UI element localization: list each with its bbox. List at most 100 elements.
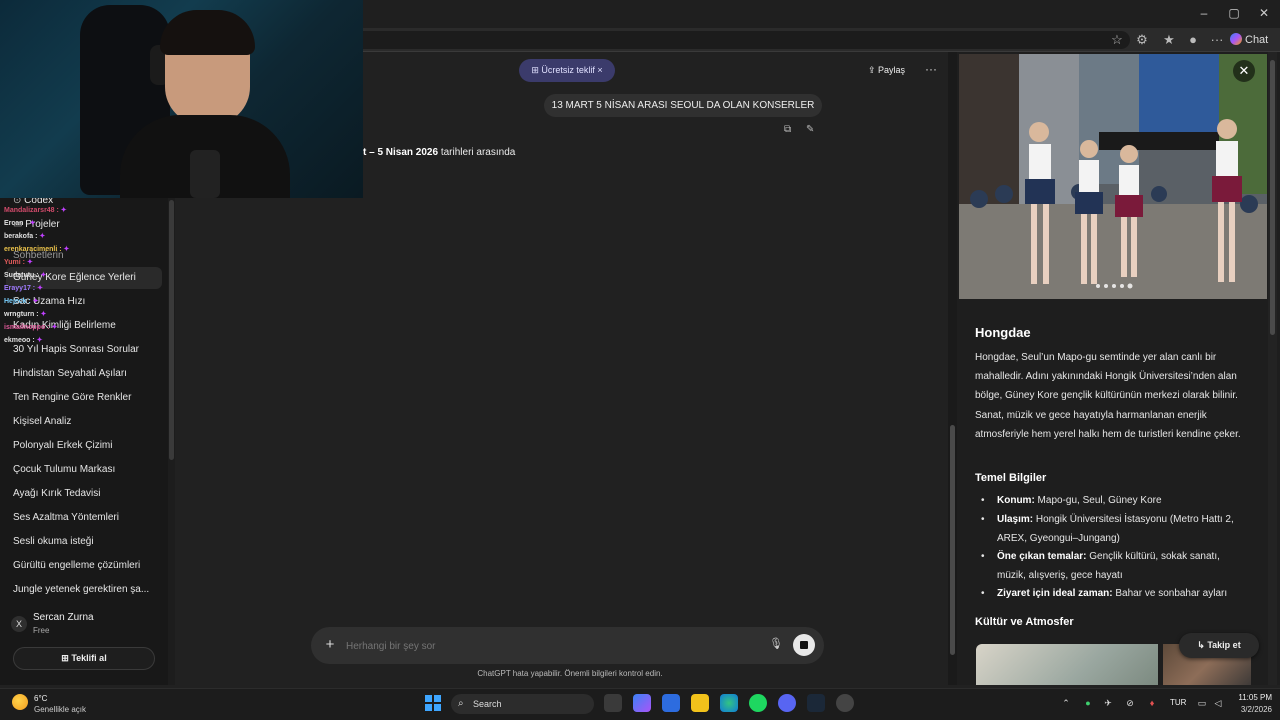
close-panel-button[interactable]: ✕ [1233, 60, 1255, 82]
user-plan: Free [33, 626, 50, 635]
spotify-icon[interactable] [749, 694, 767, 712]
follow-arrow-icon: ↳ [1197, 640, 1208, 650]
microphone-icon[interactable]: 🎙 [769, 637, 783, 653]
file-explorer-icon[interactable] [691, 694, 709, 712]
get-offer-button[interactable]: ⊞ Teklifi al [13, 647, 155, 670]
sidebar-chat-item[interactable]: Hindistan Seyahati Aşıları [13, 363, 163, 385]
place-photo[interactable] [959, 54, 1267, 299]
stream-chat-message: Hejeck : ✦ [4, 297, 39, 305]
obs-icon[interactable] [836, 694, 854, 712]
tray-status-icon[interactable]: ● [1082, 697, 1094, 709]
basics-item-text: Öne çıkan temalar: Gençlik kültürü, soka… [983, 548, 1251, 585]
place-description: Hongdae, Seul’un Mapo-gu semtinde yer al… [975, 352, 1241, 440]
sidebar-chat-item[interactable]: Sesli okuma isteği [13, 531, 163, 553]
basics-heading: Temel Bilgiler [975, 472, 1047, 484]
input-language[interactable]: TUR [1170, 698, 1186, 707]
maximize-button[interactable]: ▢ [1220, 4, 1248, 22]
sidebar-chat-item[interactable]: Ses Azaltma Yöntemleri [13, 507, 163, 529]
sidebar-chat-item[interactable]: Çocuk Tulumu Markası [13, 459, 163, 481]
plus-icon[interactable]: + [322, 636, 338, 654]
edit-icon[interactable]: ✎ [806, 124, 819, 137]
sidebar-scrollbar-thumb[interactable] [169, 200, 174, 460]
stream-chat-message: Mandalizarsr48 : ✦ [4, 206, 67, 214]
sidebar-chat-item[interactable]: Ayağı Kırık Tedavisi [13, 483, 163, 505]
basics-item-value: Bahar ve sonbahar ayları [1112, 588, 1228, 599]
search-icon: ⌕ [458, 698, 464, 709]
free-offer-badge[interactable]: ⊞ Ücretsiz teklif × [519, 59, 615, 82]
tray-chevron-icon[interactable]: ⌃ [1060, 697, 1072, 709]
copilot-icon[interactable] [633, 694, 651, 712]
basics-item-key: Konum: [997, 495, 1035, 506]
basics-item-key: Ziyaret için ideal zaman: [997, 588, 1113, 599]
more-options-button[interactable]: ··· [922, 62, 940, 79]
taskbar-search[interactable]: ⌕ Search [451, 694, 594, 714]
clock-date[interactable]: 3/2/2026 [1222, 705, 1272, 714]
basics-item-key: Öne çıkan temalar: [997, 551, 1087, 562]
gift-icon: ⊞ [531, 65, 542, 75]
stream-chat-message: Sudatutu : ✦ [4, 271, 46, 279]
emote-icon: ✦ [38, 272, 47, 279]
share-label: Paylaş [878, 65, 906, 75]
clock-time[interactable]: 11:05 PM [1222, 693, 1272, 702]
emote-icon: ✦ [37, 233, 46, 240]
stream-chat-user: berakofa : [4, 233, 38, 240]
basics-item-text: Konum: Mapo-gu, Seul, Güney Kore [983, 492, 1251, 511]
gift-icon: ⊞ [61, 653, 72, 663]
tray-mic-icon[interactable]: ♦ [1146, 697, 1158, 709]
steam-icon[interactable] [807, 694, 825, 712]
weather-temperature[interactable]: 6°C [34, 694, 47, 703]
emote-icon: ✦ [49, 324, 58, 331]
tray-network-icon[interactable]: ⊘ [1124, 697, 1136, 709]
share-button[interactable]: ⇪ Paylaş [868, 62, 914, 79]
panel-scrollbar-thumb[interactable] [1270, 60, 1275, 335]
microphone [190, 150, 220, 198]
sidebar-chat-item[interactable]: Gürültü engelleme çözümleri [13, 555, 163, 577]
copy-icon[interactable]: ⧉ [784, 124, 797, 137]
stream-chat-message: Ercan : ✦ [4, 219, 36, 227]
prompt-input[interactable] [346, 638, 746, 654]
avatar[interactable]: X [11, 616, 27, 632]
minimize-button[interactable]: – [1190, 4, 1218, 22]
copilot-logo-icon [1230, 33, 1242, 45]
weather-sun-icon[interactable] [12, 694, 28, 710]
culture-heading: Kültür ve Atmosfer [975, 616, 1074, 628]
task-view-icon[interactable] [604, 694, 622, 712]
stream-chat-user: Yumi : [4, 259, 26, 266]
close-icon[interactable]: × [597, 65, 602, 75]
basics-item: Ulaşım: Hongik Üniversitesi İstasyonu (M… [981, 511, 1251, 548]
sidebar-chat-item[interactable]: Jungle yetenek gerektiren şa... [13, 579, 163, 601]
basics-item: Ziyaret için ideal zaman: Bahar ve sonba… [981, 585, 1251, 604]
start-button[interactable] [425, 695, 441, 711]
stream-chat-message: ismailnoppo : ✦ [4, 323, 57, 331]
sidebar-chat-item[interactable]: Polonyalı Erkek Çizimi [13, 435, 163, 457]
edge-icon[interactable] [720, 694, 738, 712]
stream-chat-user: Ercan : [4, 220, 28, 227]
street-performance-image [959, 54, 1267, 299]
assistant-text: tarihleri arasında [438, 147, 516, 158]
culture-image-1[interactable] [976, 644, 1158, 685]
url-field[interactable] [300, 31, 1130, 49]
extensions-icon[interactable]: ⚙ [1133, 31, 1151, 49]
discord-icon[interactable] [778, 694, 796, 712]
browser-menu-icon[interactable]: ··· [1208, 31, 1226, 49]
user-name[interactable]: Sercan Zurna [33, 612, 94, 623]
sidebar-chat-item[interactable]: Kişisel Analiz [13, 411, 163, 433]
stream-chat-user: ismailnoppo : [4, 324, 50, 331]
stop-generating-button[interactable] [793, 634, 815, 656]
stream-chat-user: ekmeoo : [4, 337, 35, 344]
sidebar-chat-item[interactable]: Ten Rengine Göre Renkler [13, 387, 163, 409]
display-icon[interactable]: ▭ [1196, 697, 1208, 709]
tray-app-icon[interactable]: ✈ [1102, 697, 1114, 709]
chat-scrollbar-thumb[interactable] [950, 425, 955, 655]
profile-avatar-icon[interactable]: ● [1184, 31, 1202, 49]
close-window-button[interactable]: ✕ [1250, 4, 1278, 22]
copilot-chat-button[interactable]: Chat [1230, 31, 1276, 49]
favorites-icon[interactable]: ★ [1160, 31, 1178, 49]
basics-item-text: Ziyaret için ideal zaman: Bahar ve sonba… [983, 585, 1251, 604]
weather-description[interactable]: Genellikle açık [34, 705, 86, 714]
store-icon[interactable] [662, 694, 680, 712]
follow-button[interactable]: ↳ Takip et [1179, 633, 1259, 658]
favorite-star-icon[interactable]: ☆ [1108, 31, 1126, 49]
stream-chat-user: erenkaracimenli : [4, 246, 62, 253]
assistant-bold-date: 5 Nisan 2026 [377, 147, 439, 158]
